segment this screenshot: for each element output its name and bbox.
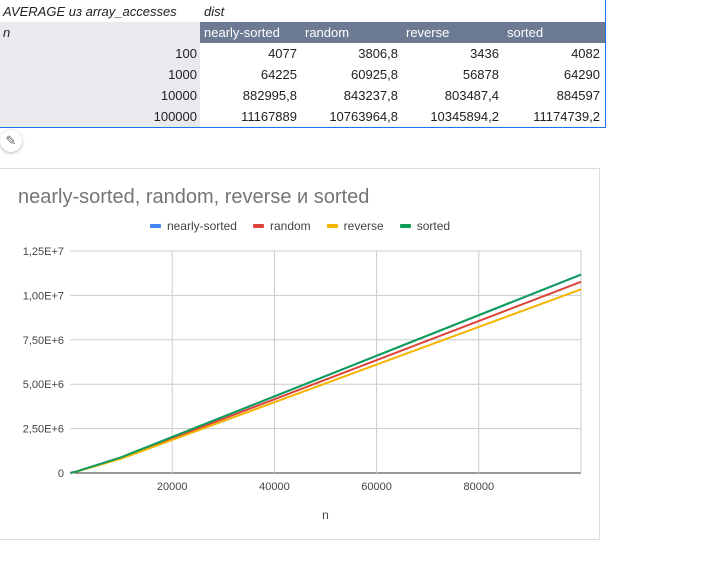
pivot-column-header[interactable]: reverse	[402, 25, 503, 40]
x-tick-label: 80000	[464, 481, 495, 493]
pivot-table: AVERAGE из array_accesses dist n nearly-…	[0, 0, 606, 128]
y-tick-label: 1,25E+7	[23, 246, 64, 258]
x-tick-label: 60000	[361, 481, 392, 493]
pivot-data-row: 1000 64225 60925,8 56878 64290	[0, 64, 605, 85]
series-line-sorted	[70, 273, 582, 474]
pivot-cell[interactable]: 11167889	[200, 109, 301, 124]
pivot-row-label[interactable]: 1000	[0, 67, 200, 82]
pivot-row-label[interactable]: 10000	[0, 88, 200, 103]
pivot-title[interactable]: AVERAGE из array_accesses	[0, 4, 200, 19]
pivot-column-header[interactable]: random	[301, 25, 402, 40]
pivot-cell[interactable]: 10345894,2	[402, 109, 503, 124]
pivot-cell[interactable]: 10763964,8	[301, 109, 402, 124]
series-line-random	[70, 280, 582, 474]
pencil-icon: ✎	[5, 133, 17, 148]
y-tick-label: 2,50E+6	[23, 424, 64, 436]
pivot-data-row: 100000 11167889 10763964,8 10345894,2 11…	[0, 106, 605, 127]
pivot-cell[interactable]: 60925,8	[301, 67, 402, 82]
pivot-cell[interactable]: 64290	[503, 67, 604, 82]
pivot-column-header[interactable]: sorted	[503, 25, 604, 40]
pivot-row-label[interactable]: 100000	[0, 109, 200, 124]
y-tick-label: 1,00E+7	[23, 290, 64, 302]
pivot-cell[interactable]: 803487,4	[402, 88, 503, 103]
x-axis-label: n	[322, 508, 329, 522]
pivot-cell[interactable]: 64225	[200, 67, 301, 82]
pivot-cell[interactable]: 843237,8	[301, 88, 402, 103]
pivot-cell[interactable]: 3436	[402, 46, 503, 61]
pivot-column-header[interactable]: nearly-sorted	[200, 25, 301, 40]
pivot-data-row: 10000 882995,8 843237,8 803487,4 884597	[0, 85, 605, 106]
x-tick-label: 40000	[259, 481, 290, 493]
y-tick-label: 5,00E+6	[23, 379, 64, 391]
pivot-cell[interactable]: 3806,8	[301, 46, 402, 61]
y-tick-label: 7,50E+6	[23, 335, 64, 347]
x-tick-label: 20000	[157, 481, 188, 493]
pivot-cell[interactable]: 884597	[503, 88, 604, 103]
pivot-cell[interactable]: 11174739,2	[503, 109, 604, 124]
pivot-cell[interactable]: 882995,8	[200, 88, 301, 103]
pivot-data-row: 100 4077 3806,8 3436 4082	[0, 43, 605, 64]
pivot-edit-button[interactable]: ✎	[0, 130, 22, 152]
pivot-header-row: n nearly-sorted random reverse sorted	[0, 22, 605, 43]
y-tick-label: 0	[58, 468, 64, 480]
chart-plot: 0 2,50E+6 5,00E+6 7,50E+6 1,00E+7 1,25E+7 2000…	[23, 246, 582, 522]
pivot-cell[interactable]: 4082	[503, 46, 604, 61]
pivot-row-header[interactable]: n	[0, 22, 200, 43]
series-line-reverse	[70, 288, 582, 474]
line-chart[interactable]: nearly-sorted, random, reverse и sorted …	[0, 168, 600, 540]
pivot-cell[interactable]: 56878	[402, 67, 503, 82]
pivot-dist-label[interactable]: dist	[200, 4, 301, 19]
pivot-title-row: AVERAGE из array_accesses dist	[0, 0, 605, 22]
pivot-row-label[interactable]: 100	[0, 46, 200, 61]
pivot-cell[interactable]: 4077	[200, 46, 301, 61]
